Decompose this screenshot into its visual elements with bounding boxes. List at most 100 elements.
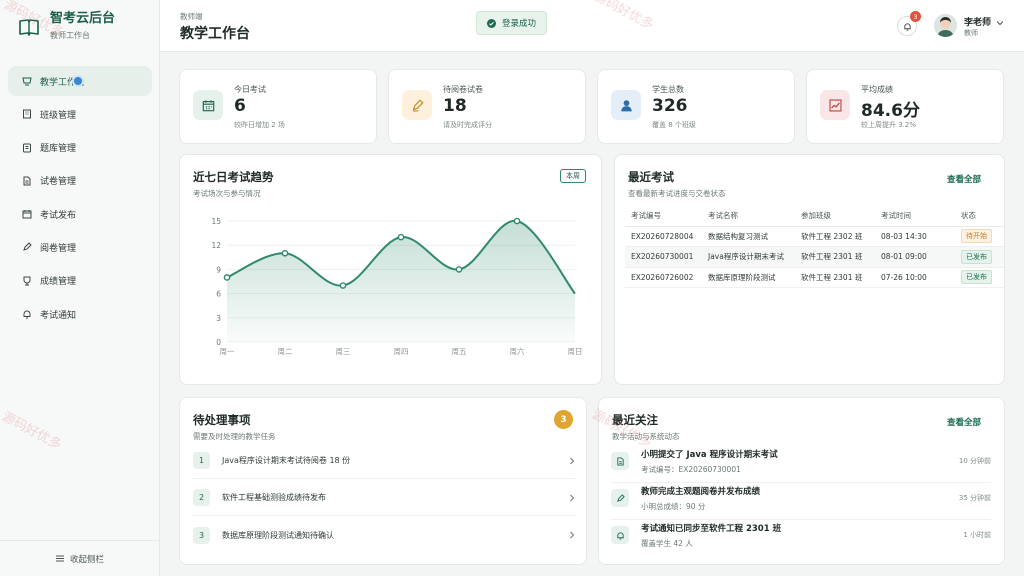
pen-icon: [23, 242, 32, 252]
stat-icon-box: [820, 90, 850, 120]
trend-icon: [828, 98, 842, 112]
view-all-exams-link[interactable]: 查看全部: [947, 173, 981, 185]
todo-title: 待处理事项: [193, 413, 251, 427]
stat-card-students[interactable]: 学生总数 326 覆盖 8 个班级: [597, 69, 795, 144]
bell-icon: [903, 22, 911, 31]
stat-subtext: 请及时完成评分: [443, 121, 492, 129]
table-row[interactable]: EX20260730001 Java程序设计期末考试 软件工程 2301 班 0…: [625, 246, 1004, 268]
column-header: 考试时间: [875, 206, 955, 227]
stat-card-average-score[interactable]: 平均成绩 84.6分 较上周提升 3.2%: [806, 69, 1004, 144]
activity-desc: 小明总成绩：90 分: [641, 502, 706, 511]
x-tick-label: 周二: [278, 347, 293, 356]
avatar[interactable]: [934, 14, 957, 37]
activity-icon-box: [611, 489, 629, 507]
todo-text: 软件工程基础测验成绩待发布: [222, 493, 326, 502]
brand[interactable]: 智考云后台 教师工作台: [18, 10, 115, 41]
y-tick-label: 12: [211, 241, 221, 250]
x-tick-label: 周六: [510, 346, 525, 356]
trend-card: 近七日考试趋势 考试场次与参与情况 本周 0 3 6 9 12 15 周一 周二 周三 周四 周五周…: [179, 154, 602, 385]
sidebar-item-publish[interactable]: 考试发布: [8, 199, 152, 229]
sidebar-item-grading[interactable]: 阅卷管理: [8, 232, 152, 262]
activity-item[interactable]: 教师完成主观题阅卷并发布成绩 小明总成绩：90 分 35 分钟前: [611, 484, 991, 520]
y-tick-label: 9: [216, 265, 221, 274]
activity-item[interactable]: 考试通知已同步至软件工程 2301 班 覆盖学生 42 人 1 小时前: [611, 521, 991, 557]
sidebar-item-dashboard[interactable]: 教学工作台: [8, 66, 152, 96]
todo-item[interactable]: 2 软件工程基础测验成绩待发布: [193, 480, 575, 516]
sidebar-item-question-bank[interactable]: 题库管理: [8, 133, 152, 163]
view-all-activity-link[interactable]: 查看全部: [947, 416, 981, 428]
sidebar-item-papers[interactable]: 试卷管理: [8, 166, 152, 196]
todo-item[interactable]: 1 Java程序设计期末考试待阅卷 18 份: [193, 443, 575, 479]
stat-subtext: 较上周提升 3.2%: [861, 121, 917, 129]
column-header: 考试编号: [625, 206, 702, 227]
sidebar-item-label: 考试通知: [40, 310, 77, 321]
activity-item[interactable]: 小明提交了 Java 程序设计期末考试 考试编号：EX20260730001 1…: [611, 447, 991, 483]
y-tick-label: 6: [216, 290, 221, 299]
sidebar-item-classes[interactable]: 班级管理: [8, 99, 152, 129]
activity-time: 35 分钟前: [958, 494, 991, 502]
data-point: [281, 249, 289, 257]
success-toast: 登录成功: [476, 11, 548, 35]
data-point: [513, 217, 521, 225]
sidebar-nav: 教学工作台 班级管理 题库管理 试卷管理 考试发布 阅卷管理 成绩管理 考试通知: [8, 66, 152, 332]
status-badge: 已发布: [961, 270, 992, 285]
calendar-icon: [22, 210, 32, 219]
sidebar-item-notices[interactable]: 考试通知: [8, 299, 152, 329]
page-title: 教学工作台: [180, 26, 250, 42]
status-badge: 待开始: [961, 229, 992, 244]
stat-subtext: 覆盖 8 个班级: [652, 121, 696, 129]
dashboard-icon: [22, 77, 32, 86]
document-icon: [23, 176, 31, 186]
chevron-right-icon: [570, 531, 575, 539]
stat-label: 今日考试: [234, 85, 266, 94]
breadcrumb[interactable]: 教师端: [180, 11, 203, 22]
activity-desc: 覆盖学生 42 人: [641, 539, 693, 548]
exam-class: 软件工程 2302 班: [795, 226, 875, 247]
stat-value: 18: [443, 96, 467, 116]
stat-card-today-exams[interactable]: 今日考试 6 较昨日增加 2 场: [179, 69, 377, 144]
collapse-sidebar-button[interactable]: 收起侧栏: [0, 540, 160, 576]
recent-exams-table: 考试编号 考试名称 参加班级 考试时间 状态 EX20260728004 数据结…: [625, 206, 1004, 288]
sidebar-item-scores[interactable]: 成绩管理: [8, 266, 152, 296]
stat-label: 平均成绩: [861, 85, 893, 94]
active-indicator-dot: [72, 75, 84, 87]
todo-item[interactable]: 3 数据库原理阶段测试通知待确认: [193, 517, 575, 553]
exam-class: 软件工程 2301 班: [795, 267, 875, 288]
exam-name: Java程序设计期末考试: [702, 246, 795, 268]
activity-subtitle: 教学活动与系统动态: [612, 432, 680, 441]
column-header: 参加班级: [795, 206, 875, 227]
todo-number: 2: [193, 489, 210, 506]
x-tick-label: 周三: [336, 347, 351, 356]
user-name[interactable]: 李老师: [964, 15, 991, 28]
top-bar: 教师端 教学工作台 登录成功 3 李老师 教师: [160, 0, 1024, 52]
todo-text: Java程序设计期末考试待阅卷 18 份: [222, 456, 351, 465]
y-tick-label: 0: [216, 338, 221, 347]
stat-card-pending-grading[interactable]: 待阅卷试卷 18 请及时完成评分: [388, 69, 586, 144]
activity-desc: 考试编号：EX20260730001: [641, 465, 741, 474]
exam-time: 08-03 14:30: [875, 226, 955, 247]
sidebar-item-label: 成绩管理: [40, 277, 77, 288]
activity-title-text: 教师完成主观题阅卷并发布成绩: [641, 487, 761, 497]
exam-name: 数据库原理阶段测试: [702, 267, 795, 288]
todo-number: 3: [193, 526, 210, 544]
exam-id: EX20260728004: [625, 226, 702, 247]
y-tick-label: 15: [211, 217, 221, 226]
column-header: 状态: [955, 206, 1004, 227]
stat-icon-box: [193, 90, 223, 120]
chevron-down-icon[interactable]: [996, 20, 1004, 26]
stat-subtext: 较昨日增加 2 场: [234, 121, 285, 129]
user-icon: [620, 99, 632, 111]
table-row[interactable]: EX20260728004 数据结构复习测试 软件工程 2302 班 08-03…: [625, 226, 1004, 247]
stat-icon-box: [611, 90, 641, 120]
brand-title: 智考云后台: [50, 11, 116, 26]
recent-exams-subtitle: 查看最新考试进度与交卷状态: [628, 189, 726, 198]
brand-subtitle: 教师工作台: [50, 31, 90, 40]
building-icon: [23, 109, 31, 119]
todo-count-badge: 3: [554, 410, 573, 429]
chevron-right-icon: [570, 494, 575, 501]
activity-card: 最近关注 教学活动与系统动态 查看全部 小明提交了 Java 程序设计期末考试 …: [598, 397, 1005, 565]
table-row[interactable]: EX20260726002 数据库原理阶段测试 软件工程 2301 班 07-2…: [625, 267, 1004, 288]
bell-icon: [616, 531, 624, 540]
trend-chart: 0 3 6 9 12 15 周一 周二 周三 周四 周五 周六 周日: [211, 217, 582, 356]
activity-icon-box: [611, 526, 629, 544]
